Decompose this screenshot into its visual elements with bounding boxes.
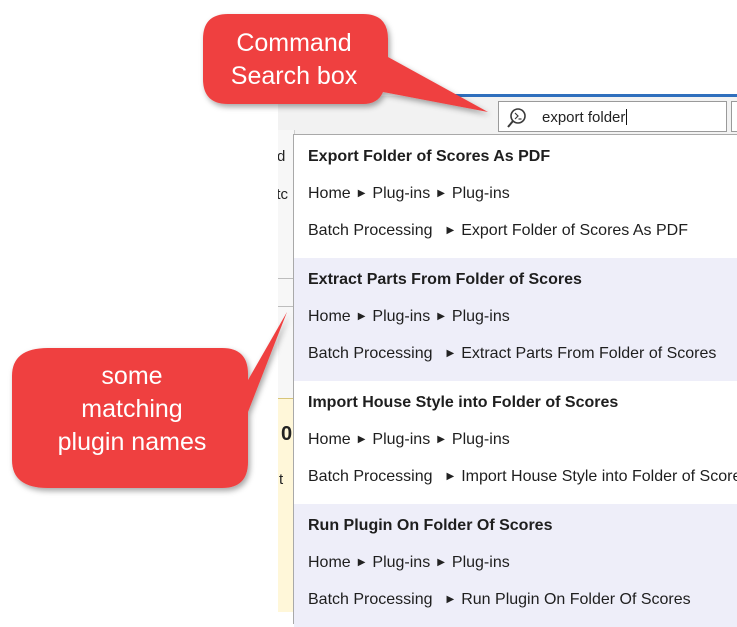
command-search-callout-text: Command Search box bbox=[230, 29, 358, 90]
plugin-names-callout-text: some matching plugin names bbox=[57, 362, 207, 456]
